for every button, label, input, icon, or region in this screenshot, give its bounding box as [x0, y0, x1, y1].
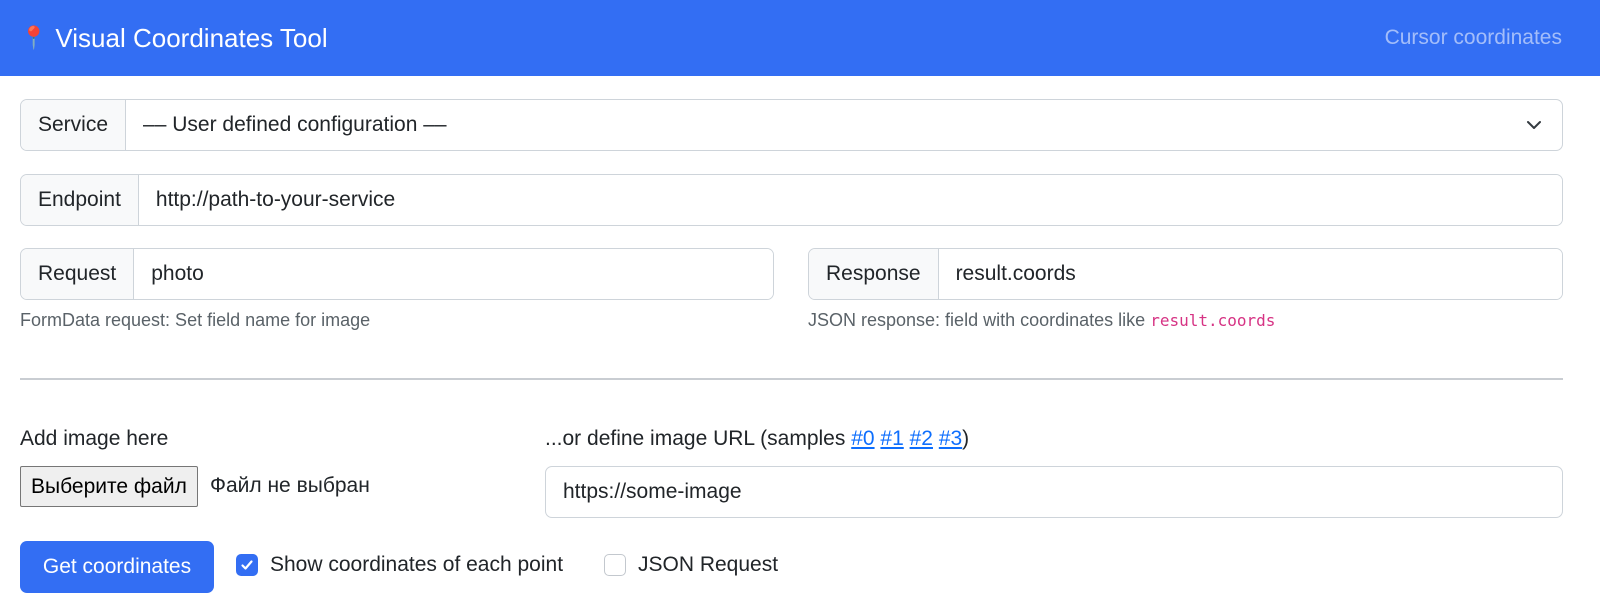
- choose-file-button[interactable]: Выберите файл: [20, 466, 198, 507]
- image-url-label-prefix: ...or define image URL (samples: [545, 427, 846, 450]
- image-url-label: ...or define image URL (samples #0 #1 #2…: [545, 427, 969, 451]
- request-group: Request photo: [20, 248, 774, 300]
- endpoint-label: Endpoint: [21, 175, 139, 225]
- brand-link[interactable]: 📍 Visual Coordinates Tool: [20, 23, 328, 54]
- get-coordinates-button[interactable]: Get coordinates: [20, 541, 214, 593]
- response-help-prefix: JSON response: field with coordinates li…: [808, 310, 1146, 330]
- service-select[interactable]: –– User defined configuration ––: [126, 100, 1562, 150]
- show-coordinates-option[interactable]: Show coordinates of each point: [236, 553, 563, 577]
- request-help-text: FormData request: Set field name for ima…: [20, 310, 371, 330]
- image-url-input[interactable]: https://some-image: [545, 466, 1563, 518]
- sample-link-3[interactable]: #3: [939, 427, 962, 450]
- service-label: Service: [21, 100, 127, 150]
- service-selected-value: –– User defined configuration ––: [143, 113, 447, 136]
- app-title: Visual Coordinates Tool: [55, 22, 328, 53]
- sample-link-1[interactable]: #1: [880, 427, 903, 450]
- chevron-down-icon: [1527, 121, 1541, 129]
- map-pin-icon: 📍: [20, 25, 48, 50]
- sample-link-0[interactable]: #0: [851, 427, 874, 450]
- sample-link-2[interactable]: #2: [910, 427, 933, 450]
- section-divider: [20, 378, 1563, 380]
- checkmark-icon: [241, 560, 253, 570]
- response-input[interactable]: result.coords: [938, 249, 1562, 299]
- response-group: Response result.coords: [808, 248, 1563, 300]
- json-request-checkbox[interactable]: [604, 554, 626, 576]
- request-label: Request: [21, 249, 135, 299]
- show-coordinates-label: Show coordinates of each point: [270, 553, 564, 576]
- add-image-label: Add image here: [20, 427, 169, 450]
- json-request-option[interactable]: JSON Request: [604, 553, 778, 577]
- response-help-text: JSON response: field with coordinates li…: [808, 310, 1275, 331]
- request-input[interactable]: photo: [134, 249, 773, 299]
- service-group: Service –– User defined configuration ––: [20, 99, 1563, 151]
- response-help-code: result.coords: [1150, 311, 1276, 330]
- endpoint-group: Endpoint http://path-to-your-service: [20, 174, 1563, 226]
- navbar: 📍 Visual Coordinates Tool Cursor coordin…: [0, 0, 1600, 76]
- file-status-text: Файл не выбран: [210, 474, 370, 497]
- json-request-label: JSON Request: [638, 553, 779, 576]
- show-coordinates-checkbox[interactable]: [236, 554, 258, 576]
- image-url-label-suffix: ): [962, 427, 970, 450]
- cursor-coordinates-link[interactable]: Cursor coordinates: [1385, 26, 1562, 50]
- response-label: Response: [809, 249, 939, 299]
- endpoint-input[interactable]: http://path-to-your-service: [138, 175, 1562, 225]
